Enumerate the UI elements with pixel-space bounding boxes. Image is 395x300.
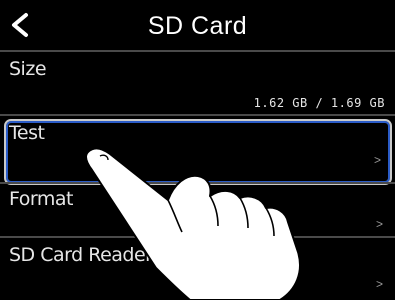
size-value: 1.62 GB / 1.69 GB — [253, 96, 385, 110]
chevron-right-icon: > — [375, 217, 383, 231]
menu-item-label: Format — [9, 188, 73, 210]
device-screen: SD Card Size 1.62 GB / 1.69 GB Test > Fo… — [0, 0, 395, 300]
page-title: SD Card — [147, 12, 248, 40]
menu-item-label: Size — [9, 58, 47, 80]
chevron-right-icon: > — [375, 277, 383, 291]
chevron-right-icon: > — [373, 153, 381, 167]
menu-item-size: Size 1.62 GB / 1.69 GB — [0, 52, 395, 114]
header-bar: SD Card — [0, 0, 395, 50]
pointing-hand-icon — [84, 147, 301, 300]
menu-item-label: Test — [9, 122, 45, 144]
